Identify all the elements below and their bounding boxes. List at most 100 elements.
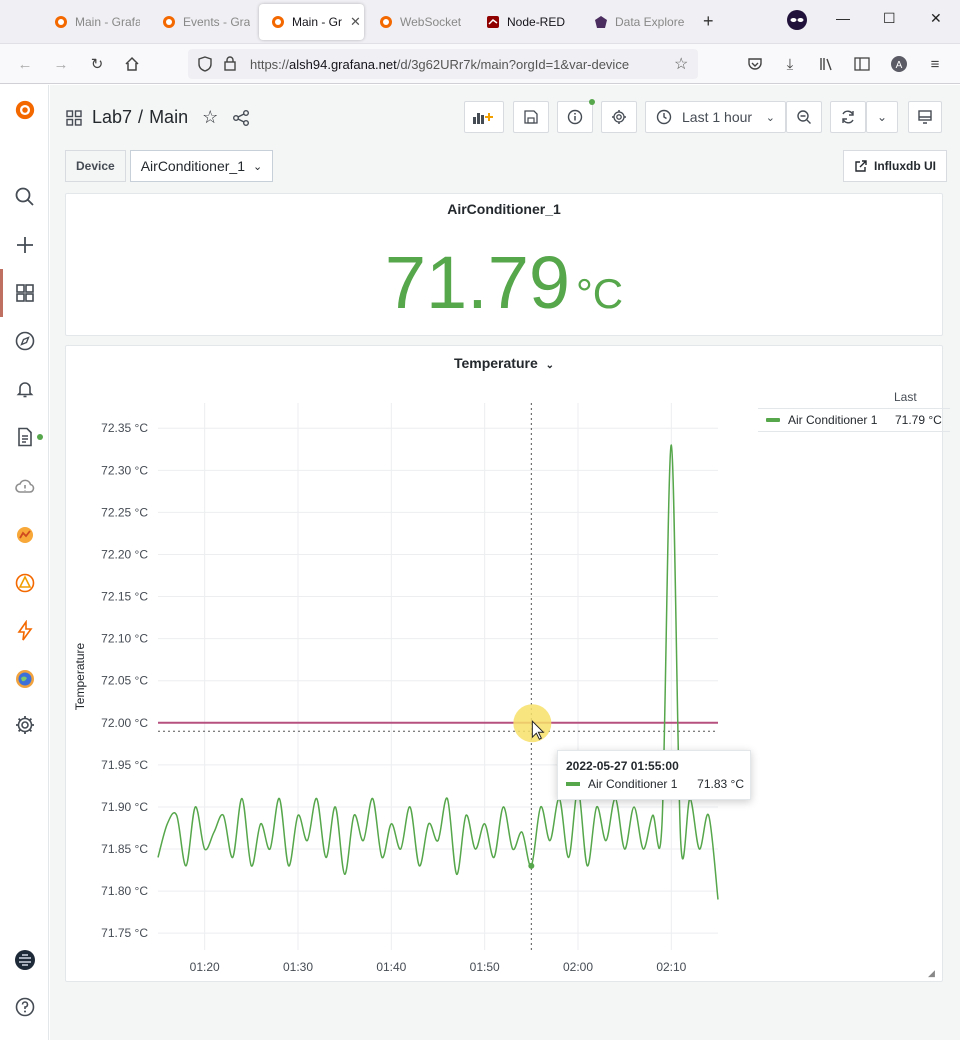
- status-dot: [37, 434, 43, 440]
- y-tick-label: 72.20 °C: [101, 547, 148, 561]
- refresh-button[interactable]: [830, 101, 866, 133]
- bookmark-star-icon[interactable]: ☆: [674, 54, 688, 74]
- tooltip-swatch: [566, 782, 580, 786]
- back-icon[interactable]: ←: [15, 54, 35, 74]
- share-icon[interactable]: [232, 109, 250, 127]
- browser-nav-bar: ← → ↻ https://alsh94.grafana.net/d/3g62U…: [0, 44, 960, 84]
- monitor-icon: [918, 110, 932, 124]
- active-indicator: [0, 269, 3, 317]
- external-link-icon: [855, 160, 867, 172]
- dashboard-info-button[interactable]: [557, 101, 593, 133]
- grafana-favicon-icon: [54, 15, 68, 29]
- performance-lightning-icon[interactable]: [12, 618, 38, 644]
- create-plus-icon[interactable]: [12, 232, 38, 258]
- browser-tab[interactable]: WebSocket: [367, 4, 471, 40]
- y-tick-label: 72.35 °C: [101, 421, 148, 435]
- dashboards-icon[interactable]: [12, 280, 38, 306]
- panel-title[interactable]: AirConditioner_1: [66, 201, 942, 217]
- user-avatar-icon[interactable]: [12, 947, 38, 973]
- stat-panel: AirConditioner_1 71.79 °C: [65, 193, 943, 336]
- browser-tab[interactable]: Events - Graf: [150, 4, 250, 40]
- browser-tab[interactable]: Node-RED: [474, 4, 578, 40]
- x-tick-label: 01:50: [470, 960, 500, 974]
- search-icon[interactable]: [12, 184, 38, 210]
- y-tick-label: 72.15 °C: [101, 590, 148, 604]
- browser-tab[interactable]: Data Explore: [582, 4, 688, 40]
- add-panel-button[interactable]: [464, 101, 504, 133]
- series-line: [157, 444, 719, 900]
- device-variable-select[interactable]: AirConditioner_1 ⌄: [129, 150, 274, 182]
- url-bar[interactable]: https://alsh94.grafana.net/d/3g62URr7k/m…: [188, 49, 698, 79]
- menu-hamburger-icon[interactable]: ≡: [925, 54, 945, 74]
- dashboard-title[interactable]: Main: [149, 107, 188, 128]
- globe-icon[interactable]: [12, 666, 38, 692]
- downloads-icon[interactable]: ⤓: [780, 54, 800, 74]
- dashboard-nav: Lab7 / Main ☆ Last 1 hour ⌄ ⌄: [50, 85, 960, 149]
- gear-icon: [612, 110, 626, 124]
- y-tick-label: 71.75 °C: [101, 926, 148, 940]
- clock-icon: [656, 109, 672, 125]
- stat-unit: °C: [576, 270, 624, 317]
- stat-number: 71.79: [384, 241, 571, 324]
- info-icon: [567, 109, 583, 125]
- tab-label: Data Explore: [615, 15, 685, 29]
- variables-row: Device AirConditioner_1 ⌄: [65, 150, 274, 182]
- svg-text:A: A: [896, 60, 903, 71]
- temperature-chart[interactable]: 72.35 °C 72.30 °C 72.25 °C 72.20 °C 72.15 °C…: [66, 346, 944, 983]
- save-dashboard-button[interactable]: [513, 101, 549, 133]
- home-icon[interactable]: [122, 54, 142, 74]
- y-tick-label: 72.05 °C: [101, 674, 148, 688]
- dashboard-settings-button[interactable]: [601, 101, 637, 133]
- star-icon[interactable]: ☆: [202, 107, 218, 128]
- tooltip-time: 2022-05-27 01:55:00: [566, 759, 679, 773]
- refresh-interval-dropdown[interactable]: ⌄: [866, 101, 898, 133]
- browser-tab-active[interactable]: Main - Gr ✕: [259, 4, 364, 40]
- reload-icon[interactable]: ↻: [87, 54, 107, 74]
- tv-mode-button[interactable]: [908, 101, 942, 133]
- add-panel-icon: [473, 113, 493, 124]
- legend-item[interactable]: Air Conditioner 1 71.79 °C: [758, 408, 950, 432]
- browser-tab[interactable]: Main - Grafa: [42, 4, 140, 40]
- folder-link[interactable]: Lab7: [92, 107, 132, 128]
- y-tick-label: 71.85 °C: [101, 842, 148, 856]
- grafana-logo-icon[interactable]: [12, 97, 38, 123]
- grafana-favicon-icon: [271, 15, 285, 29]
- influxdb-link-button[interactable]: Influxdb UI: [843, 150, 947, 182]
- minimize-window-icon[interactable]: —: [836, 10, 850, 26]
- legend-series-name: Air Conditioner 1: [788, 413, 878, 427]
- pocket-icon[interactable]: [745, 54, 765, 74]
- lock-icon[interactable]: [224, 56, 236, 74]
- oncall-icon[interactable]: [12, 570, 38, 596]
- hover-point-marker: [528, 862, 535, 869]
- info-status-dot: [589, 99, 595, 105]
- maximize-window-icon[interactable]: ☐: [883, 10, 896, 27]
- document-icon[interactable]: [12, 424, 38, 450]
- resize-handle[interactable]: ◢: [928, 968, 935, 979]
- configuration-gear-icon[interactable]: [12, 712, 38, 738]
- explore-compass-icon[interactable]: [12, 328, 38, 354]
- machine-learning-icon[interactable]: [12, 522, 38, 548]
- legend-header[interactable]: Last: [894, 390, 917, 404]
- close-tab-icon[interactable]: ✕: [350, 14, 361, 30]
- tab-label: WebSocket: [400, 15, 462, 29]
- chevron-down-icon: ⌄: [876, 110, 888, 124]
- help-icon[interactable]: [12, 994, 38, 1020]
- new-tab-icon[interactable]: +: [703, 11, 714, 32]
- zoom-out-button[interactable]: [786, 101, 822, 133]
- library-icon[interactable]: [817, 54, 837, 74]
- account-avatar-icon[interactable]: A: [889, 54, 909, 74]
- sidebar-toggle-icon[interactable]: [852, 54, 872, 74]
- cloud-alert-icon[interactable]: [12, 474, 38, 500]
- forward-icon[interactable]: →: [51, 54, 71, 74]
- x-tick-label: 01:20: [190, 960, 220, 974]
- y-tick-label: 72.00 °C: [101, 716, 148, 730]
- close-window-icon[interactable]: ✕: [930, 10, 942, 27]
- time-range-picker[interactable]: Last 1 hour ⌄: [645, 101, 786, 133]
- shield-icon[interactable]: [198, 56, 212, 75]
- graph-panel: Temperature ⌄ 72.35 °C 72.30 °C 72.25 °C 72…: [65, 345, 950, 983]
- refresh-icon: [842, 110, 854, 124]
- tab-label: Node-RED: [507, 15, 566, 29]
- tooltip-series: Air Conditioner 1: [588, 777, 678, 791]
- alerting-bell-icon[interactable]: [12, 376, 38, 402]
- y-tick-label: 72.30 °C: [101, 463, 148, 477]
